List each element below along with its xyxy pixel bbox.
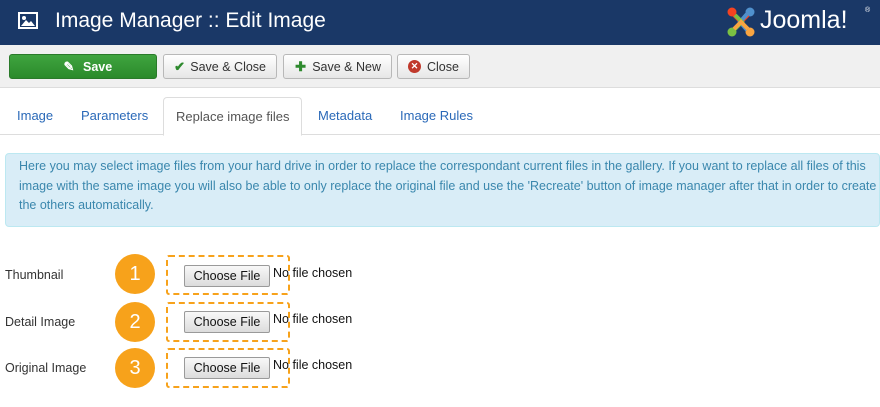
joomla-logo-icon	[727, 7, 755, 37]
save-new-label: Save & New	[312, 59, 381, 74]
save-close-button[interactable]: ✔ Save & Close	[163, 54, 277, 79]
toolbar: ✎ Save ✔ Save & Close ✚ Save & New ✕ Clo…	[0, 45, 880, 88]
original-image-file-status: No file chosen	[273, 358, 353, 372]
original-image-label: Original Image	[5, 361, 87, 375]
plus-icon: ✚	[295, 58, 307, 74]
joomla-logo: Joomla! ®	[726, 4, 876, 40]
close-button[interactable]: ✕ Close	[397, 54, 470, 79]
logo-registered: ®	[865, 7, 871, 14]
thumbnail-file-status: No file chosen	[273, 266, 353, 280]
tab-metadata[interactable]: Metadata	[318, 97, 372, 135]
save-new-button[interactable]: ✚ Save & New	[283, 54, 392, 79]
title-bar: Image Manager :: Edit Image Joomla! ®	[0, 0, 880, 45]
close-circle-icon: ✕	[408, 60, 421, 73]
step-badge-2: 2	[115, 302, 155, 342]
detail-image-label: Detail Image	[5, 315, 76, 329]
step-badge-3: 3	[115, 348, 155, 388]
tab-bar: Image Parameters Replace image files Met…	[0, 97, 880, 136]
detail-image-choose-file-button[interactable]: Choose File	[184, 311, 270, 333]
image-icon	[18, 12, 38, 29]
tab-parameters[interactable]: Parameters	[81, 97, 148, 135]
tab-replace-image-files[interactable]: Replace image files	[163, 97, 303, 136]
step-badge-1: 1	[115, 254, 155, 294]
tab-image[interactable]: Image	[17, 97, 53, 135]
save-button[interactable]: ✎ Save	[9, 54, 157, 79]
logo-text: Joomla!	[760, 6, 848, 34]
save-close-label: Save & Close	[190, 59, 266, 74]
info-message: Here you may select image files from you…	[5, 153, 880, 227]
edit-icon: ✎	[63, 58, 75, 74]
detail-image-file-status: No file chosen	[273, 312, 353, 326]
page-title: Image Manager :: Edit Image	[55, 9, 326, 32]
thumbnail-label: Thumbnail	[5, 268, 64, 282]
check-icon: ✔	[174, 58, 186, 74]
original-image-choose-file-button[interactable]: Choose File	[184, 357, 270, 379]
close-label: Close	[427, 59, 459, 74]
tab-image-rules[interactable]: Image Rules	[400, 97, 473, 135]
thumbnail-choose-file-button[interactable]: Choose File	[184, 265, 270, 287]
save-button-label: Save	[83, 59, 113, 74]
